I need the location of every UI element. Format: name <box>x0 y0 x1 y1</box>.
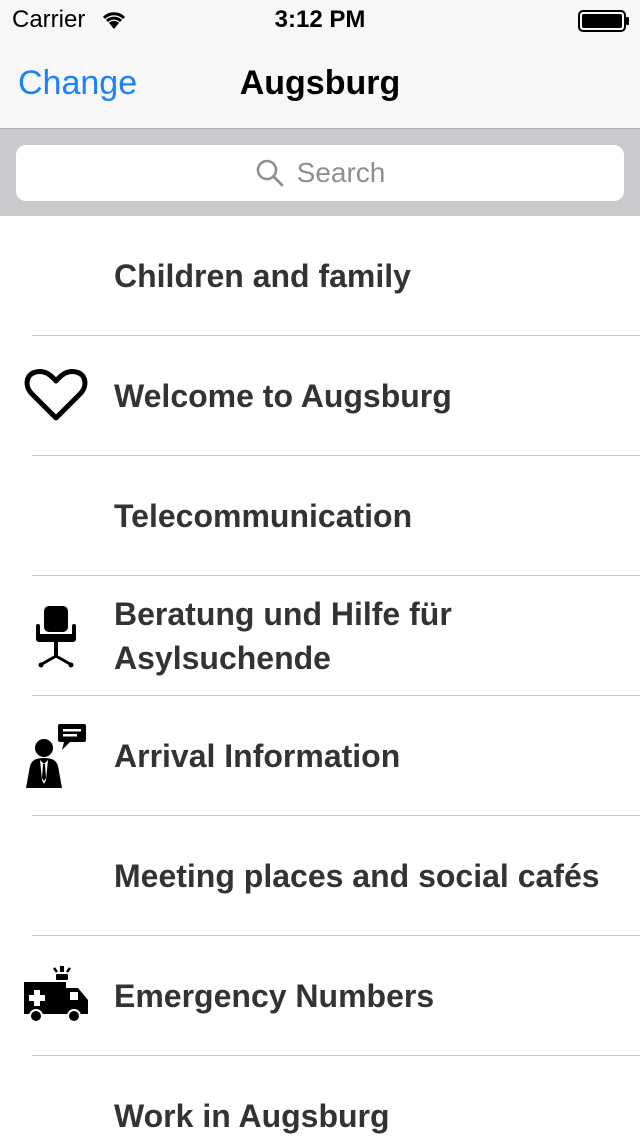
list-item-label: Emergency Numbers <box>114 978 435 1014</box>
topic-list: Children and family Welcome to Augsburg … <box>0 216 640 1136</box>
list-item-label: Telecommunication <box>114 498 413 534</box>
heart-icon <box>24 369 88 421</box>
status-bar: Carrier 3:12 PM <box>0 0 640 40</box>
change-button[interactable]: Change <box>18 64 137 103</box>
list-item-work-in-augsburg[interactable]: Work in Augsburg <box>0 1056 640 1136</box>
screen: Carrier 3:12 PM Change Augsburg Search C… <box>0 0 640 1136</box>
search-icon <box>256 159 284 187</box>
battery-full-icon <box>578 10 629 32</box>
list-item-arrival-information[interactable]: Arrival Information <box>0 696 640 816</box>
list-item-label: Meeting places and social cafés <box>114 858 600 894</box>
list-item-meeting-places[interactable]: Meeting places and social cafés <box>0 816 640 936</box>
list-item-beratung-und-hilfe[interactable]: Beratung und Hilfe für Asylsuchende <box>0 576 640 696</box>
list-item-children-and-family[interactable]: Children and family <box>0 216 640 336</box>
search-placeholder: Search <box>296 157 386 188</box>
list-item-label: Children and family <box>114 258 411 294</box>
navigation-bar: Change Augsburg <box>0 40 640 128</box>
search-bar: Search <box>0 128 640 216</box>
list-item-welcome-to-augsburg[interactable]: Welcome to Augsburg <box>0 336 640 456</box>
list-item-label: Work in Augsburg <box>114 1098 390 1134</box>
person-speech-bubble-icon <box>26 724 86 788</box>
list-item-label: Beratung und Hilfe für Asylsuchende <box>114 596 452 676</box>
list-item-label: Welcome to Augsburg <box>114 378 452 414</box>
status-time: 3:12 PM <box>274 6 366 33</box>
list-item-telecommunication[interactable]: Telecommunication <box>0 456 640 576</box>
list-item-emergency-numbers[interactable]: Emergency Numbers <box>0 936 640 1056</box>
office-chair-icon <box>36 606 76 668</box>
ambulance-icon <box>24 966 88 1023</box>
list-item-label: Arrival Information <box>114 738 401 774</box>
search-input[interactable]: Search <box>16 145 624 201</box>
